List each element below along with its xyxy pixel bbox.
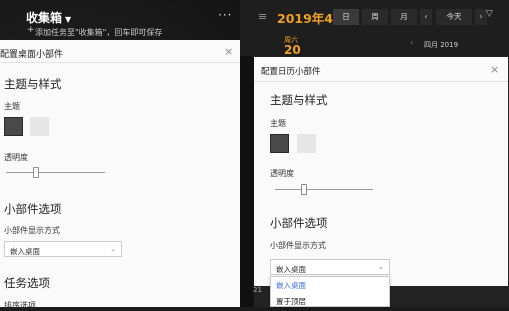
sort-options-label: 排序选项: [4, 301, 36, 310]
prev-button[interactable]: ‹: [420, 9, 432, 25]
add-task-icon[interactable]: +: [27, 25, 35, 35]
theme-label: 主题: [270, 119, 286, 128]
chevron-left-icon[interactable]: ‹: [410, 38, 413, 47]
calendar-widget-config-panel: 配置日历小部件 × 主题与样式 主题 透明度 小部件选项 小部件显示方式 嵌入桌…: [254, 57, 508, 286]
option-embed-desktop[interactable]: 嵌入桌面: [276, 280, 306, 291]
panel-title: 配置日历小部件: [261, 67, 321, 77]
opacity-slider-thumb[interactable]: [32, 167, 39, 178]
calendar-sidebar: [240, 56, 254, 307]
chevron-down-icon: ⌄: [110, 245, 116, 253]
opacity-label: 透明度: [4, 153, 28, 162]
divider: [254, 81, 508, 82]
mini-calendar-title: 四月 2019: [424, 41, 459, 49]
theme-light-swatch[interactable]: [30, 117, 49, 136]
display-mode-select[interactable]: 嵌入桌面 ⌄: [4, 241, 122, 257]
opacity-label: 透明度: [270, 169, 294, 178]
display-mode-select[interactable]: 嵌入桌面 ⌄: [270, 259, 390, 275]
inbox-title[interactable]: 收集箱 ▼: [26, 9, 71, 26]
display-mode-dropdown: 嵌入桌面 置于顶层: [270, 276, 390, 307]
desktop-widget-config-panel: 配置桌面小部件 × 主题与样式 主题 透明度 小部件选项 小部件显示方式 嵌入桌…: [0, 40, 240, 310]
close-icon[interactable]: ×: [224, 45, 233, 58]
widget-options-heading: 小部件选项: [4, 202, 62, 216]
chevron-down-icon: ⌄: [378, 263, 384, 271]
widget-options-heading: 小部件选项: [270, 216, 328, 230]
filter-icon[interactable]: ▽: [486, 9, 493, 19]
chevron-down-icon: ▼: [65, 15, 72, 24]
opacity-slider-track[interactable]: [6, 172, 105, 173]
divider: [0, 62, 240, 63]
display-mode-label: 小部件显示方式: [270, 241, 326, 250]
day-view-button[interactable]: 日: [333, 9, 359, 25]
opacity-slider-track[interactable]: [275, 189, 373, 190]
menu-icon[interactable]: ≡: [258, 10, 267, 23]
month-view-button[interactable]: 月: [391, 9, 417, 25]
display-mode-label: 小部件显示方式: [4, 226, 60, 235]
close-icon[interactable]: ×: [490, 63, 499, 76]
opacity-slider-thumb[interactable]: [301, 184, 308, 195]
today-button[interactable]: 今天: [436, 9, 472, 25]
calendar-footer-date: 21: [253, 286, 262, 294]
theme-heading: 主题与样式: [4, 77, 62, 91]
theme-light-swatch[interactable]: [297, 134, 316, 153]
add-task-input[interactable]: 添加任务至"收集箱"，回车即可保存: [35, 27, 162, 38]
theme-dark-swatch[interactable]: [4, 117, 23, 136]
option-always-on-top[interactable]: 置于顶层: [276, 296, 306, 307]
theme-label: 主题: [4, 102, 20, 111]
theme-heading: 主题与样式: [270, 93, 328, 107]
more-menu-icon[interactable]: ···: [218, 8, 232, 22]
panel-title: 配置桌面小部件: [0, 50, 64, 60]
task-options-heading: 任务选项: [4, 276, 50, 290]
display-mode-value: 嵌入桌面: [276, 265, 306, 274]
theme-dark-swatch[interactable]: [270, 134, 289, 153]
date-label: 20: [284, 43, 301, 57]
week-view-button[interactable]: 周: [362, 9, 388, 25]
display-mode-value: 嵌入桌面: [10, 247, 40, 256]
